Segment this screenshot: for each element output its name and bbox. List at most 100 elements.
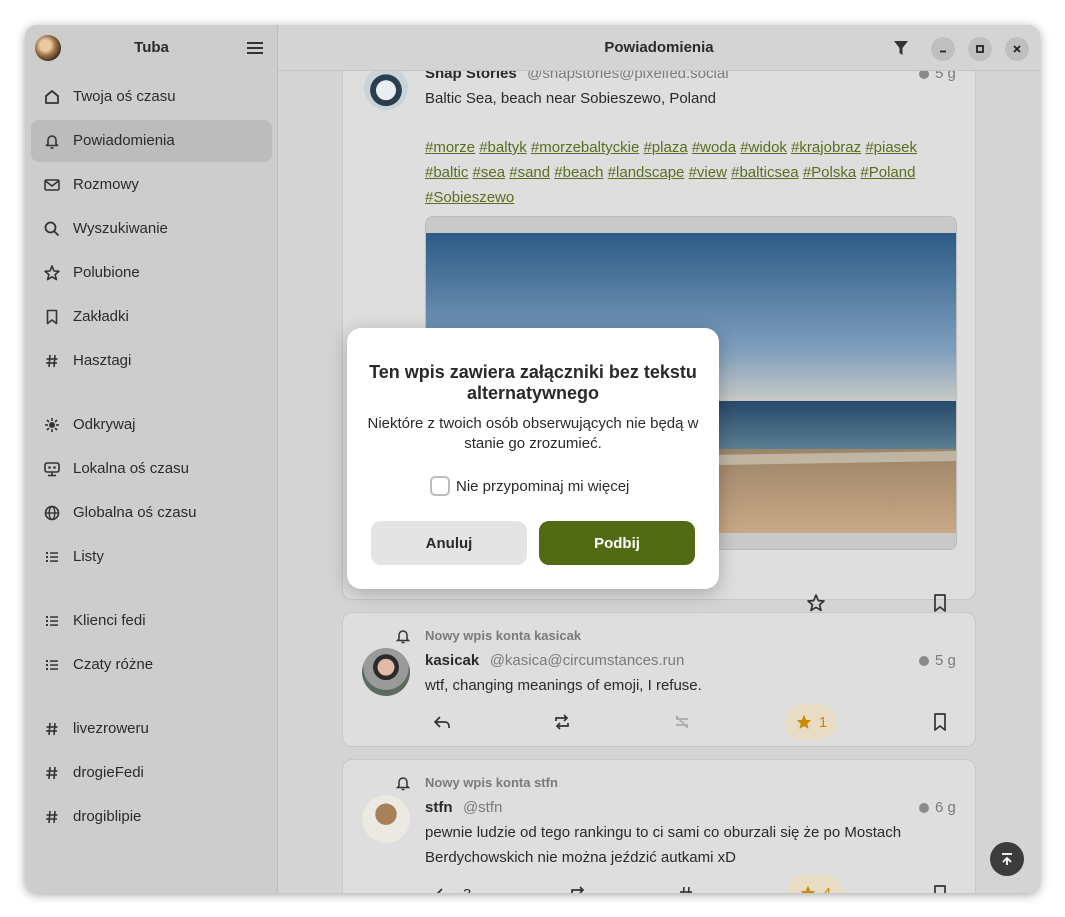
hashtag-link[interactable]: #baltic [425,164,468,181]
sidebar-item-explore[interactable]: Odkrywaj [31,404,272,446]
close-icon [1013,45,1021,53]
hashtag-link[interactable]: #balticsea [731,164,799,181]
sidebar-item-label: Lokalna oś czasu [73,460,189,477]
sidebar-item-label: Polubione [73,264,140,281]
hashtag-link[interactable]: #morzebaltyckie [531,139,639,156]
sidebar-item-tag-drogiefedi[interactable]: drogieFedi [31,752,272,794]
hashtag-link[interactable]: #woda [692,139,736,156]
favorite-button[interactable]: 1 [785,704,837,740]
sidebar-item-fedi-clients[interactable]: Klienci fedi [31,600,272,642]
post-text: pewnie ludzie od tego rankingu to ci sam… [425,824,902,866]
favorite-icon[interactable] [805,592,827,614]
favorite-count: 4 [822,884,832,894]
sidebar-header: Tuba [25,25,278,71]
dialog-title: Ten wpis zawiera załączniki bez tekstu a… [369,362,697,403]
hashtag-link[interactable]: #plaza [643,139,687,156]
reply-icon[interactable] [431,711,453,733]
hashtag-link[interactable]: #view [689,164,727,181]
post-hashtags: #morze #baltyk #morzebaltyckie #plaza #w… [425,135,955,210]
app-window: Tuba Twoja oś czasu Powiadomienia Rozmow… [25,25,1040,893]
hashtag-icon [46,766,58,780]
quote-icon[interactable] [675,883,697,893]
hashtag-link[interactable]: #landscape [608,164,685,181]
filter-button[interactable] [892,39,910,57]
avatar[interactable] [362,795,410,843]
close-button[interactable] [1005,37,1029,61]
display-name[interactable]: stfn [425,799,453,816]
hashtag-icon [46,722,58,736]
sidebar-item-label: Globalna oś czasu [73,504,197,521]
reply-button[interactable]: 3 [433,883,471,893]
star-filled-icon [796,714,812,729]
arrow-up-icon [1002,853,1012,865]
menu-button[interactable] [244,38,266,58]
boost-icon[interactable] [567,883,589,893]
sidebar-item-conversations[interactable]: Rozmowy [31,164,272,206]
hashtag-link[interactable]: #Poland [860,164,915,181]
user-handle[interactable]: @kasica@circumstances.run [490,652,685,669]
hashtag-link[interactable]: #piasek [865,139,917,156]
hashtag-link[interactable]: #Sobieszewo [425,189,514,206]
sidebar-item-tag-drogiblipie[interactable]: drogiblipie [31,796,272,838]
sidebar-item-notifications[interactable]: Powiadomienia [31,120,272,162]
bookmark-icon[interactable] [929,711,951,733]
sidebar-item-global-timeline[interactable]: Globalna oś czasu [31,492,272,534]
globe-icon [44,505,60,521]
post-time[interactable]: 6 g [935,799,956,816]
hashtag-link[interactable]: #morze [425,139,475,156]
hamburger-icon [247,42,263,54]
post-time[interactable]: 5 g [935,652,956,669]
app-title: Tuba [134,39,169,56]
hashtag-link[interactable]: #Polska [803,164,856,181]
sidebar-item-favorites[interactable]: Polubione [31,252,272,294]
favorite-button[interactable]: 4 [787,875,843,893]
sidebar-item-tag-livezroweru[interactable]: livezroweru [31,708,272,750]
sidebar-item-label: Rozmowy [73,176,139,193]
display-name[interactable]: kasicak [425,652,479,669]
hashtag-link[interactable]: #sand [509,164,550,181]
star-icon [44,265,60,281]
quote-disabled-icon [675,715,689,729]
boost-icon[interactable] [551,711,573,733]
sidebar-item-home[interactable]: Twoja oś czasu [31,76,272,118]
minimize-button[interactable] [931,37,955,61]
post-card: Nowy wpis konta kasicak kasicak @kasica@… [342,612,976,747]
hashtag-link[interactable]: #sea [473,164,506,181]
hashtag-link[interactable]: #widok [740,139,787,156]
alt-text-warning-dialog: Ten wpis zawiera załączniki bez tekstu a… [347,328,719,589]
star-filled-icon [800,885,816,893]
avatar[interactable] [362,648,410,696]
user-handle[interactable]: @stfn [463,799,502,816]
maximize-button[interactable] [968,37,992,61]
sidebar-item-bookmarks[interactable]: Zakładki [31,296,272,338]
hashtag-link[interactable]: #krajobraz [791,139,861,156]
compass-icon [45,418,59,432]
reply-count: 3 [463,886,471,894]
dont-remind-checkbox-row[interactable]: Nie przypominaj mi więcej [430,476,629,496]
scroll-to-top-button[interactable] [990,842,1024,876]
notification-label: Nowy wpis konta kasicak [425,628,582,643]
list-icon [46,660,58,670]
bookmark-icon [46,309,58,325]
dialog-body: Niektóre z twoich osób obserwujących nie… [367,415,699,452]
boost-confirm-button[interactable]: Podbij [539,521,695,565]
hashtag-link[interactable]: #baltyk [479,139,527,156]
dont-remind-checkbox[interactable] [430,476,450,496]
sidebar-item-local-timeline[interactable]: Lokalna oś czasu [31,448,272,490]
list-icon [46,616,58,626]
sidebar-item-search[interactable]: Wyszukiwanie [31,208,272,250]
hashtag-link[interactable]: #beach [554,164,603,181]
sidebar-item-label: Czaty różne [73,656,154,673]
sidebar-item-label: Listy [73,548,104,565]
cancel-button[interactable]: Anuluj [371,521,527,565]
sidebar: Tuba Twoja oś czasu Powiadomienia Rozmow… [25,25,278,893]
sidebar-item-hashtags[interactable]: Hasztagi [31,340,272,382]
bookmark-icon[interactable] [929,592,951,614]
sidebar-item-chats[interactable]: Czaty różne [31,644,272,686]
bookmark-icon[interactable] [929,883,951,893]
avatar[interactable] [364,66,408,110]
sidebar-item-lists[interactable]: Listy [31,536,272,578]
sidebar-item-label: Zakładki [73,308,129,325]
sidebar-item-label: Hasztagi [73,352,132,369]
home-icon [45,90,59,104]
